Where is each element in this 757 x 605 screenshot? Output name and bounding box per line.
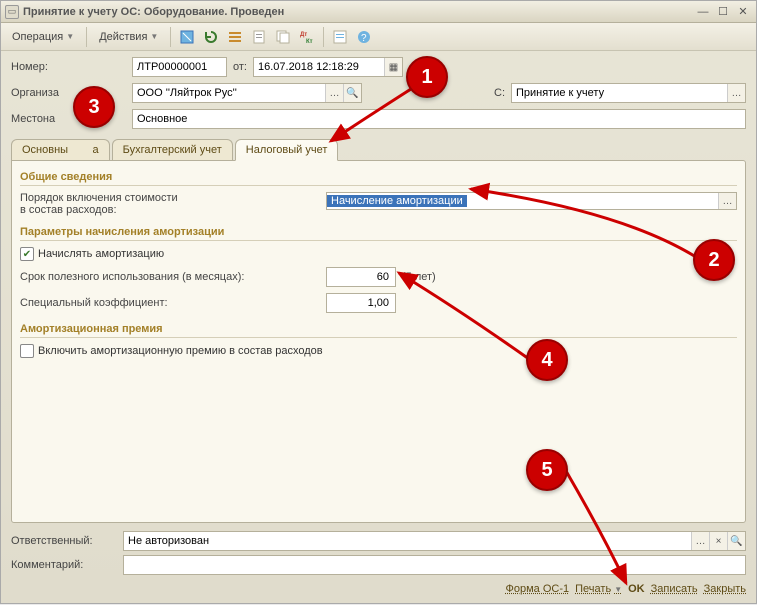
coeff-label: Специальный коэффициент:	[20, 297, 320, 309]
form-icon: ▭	[5, 5, 19, 19]
expense-label-2: в состав расходов:	[20, 204, 320, 216]
print-button[interactable]: Печать▼	[575, 583, 622, 595]
org-field[interactable]: … 🔍	[132, 83, 362, 103]
annotation-marker-5: 5	[526, 449, 568, 491]
list-icon[interactable]	[224, 26, 246, 48]
separator	[323, 27, 324, 47]
operation-label: Операция	[12, 31, 63, 43]
ellipsis-icon[interactable]: …	[718, 193, 736, 209]
amort-checkbox[interactable]: ✔ Начислять амортизацию	[20, 247, 164, 261]
content-area: Номер: от: ▦ Организа … 🔍 С: … Местона	[1, 51, 756, 577]
titlebar: ▭ Принятие к учету ОС: Оборудование. Про…	[1, 1, 756, 23]
copy-icon[interactable]	[272, 26, 294, 48]
loc-field[interactable]	[132, 109, 746, 129]
useful-life-years: (5 лет)	[402, 271, 436, 283]
useful-life-field[interactable]	[326, 267, 396, 287]
tax-tab-page: Общие сведения Порядок включения стоимос…	[11, 160, 746, 523]
tab-accounting[interactable]: Бухгалтерский учет	[112, 139, 233, 160]
annotation-marker-2: 2	[693, 239, 735, 281]
actions-menu[interactable]: Действия▼	[92, 26, 165, 48]
form-os1-button[interactable]: Форма ОС-1	[506, 583, 570, 595]
ledger-icon[interactable]: ДтКт	[296, 26, 318, 48]
expense-type-field[interactable]: Начисление амортизации …	[326, 192, 737, 210]
search-icon[interactable]: 🔍	[343, 84, 361, 102]
ellipsis-icon[interactable]: …	[691, 532, 709, 550]
number-label: Номер:	[11, 61, 126, 73]
bonus-check-label: Включить амортизационную премию в состав…	[38, 345, 323, 357]
expense-label-1: Порядок включения стоимости	[20, 192, 320, 204]
close-button[interactable]: ✕	[734, 4, 752, 20]
check-icon: ✔	[20, 247, 34, 261]
ellipsis-icon[interactable]: …	[325, 84, 343, 102]
resp-label: Ответственный:	[11, 535, 117, 547]
tab-tax[interactable]: Налоговый учет	[235, 139, 339, 161]
number-field[interactable]	[132, 57, 227, 77]
window-title: Принятие к учету ОС: Оборудование. Прове…	[23, 6, 692, 18]
save-button[interactable]: Записать	[651, 583, 698, 595]
close-button[interactable]: Закрыть	[704, 583, 746, 595]
calendar-icon[interactable]: ▦	[384, 58, 402, 76]
operation-menu[interactable]: Операция▼	[5, 26, 81, 48]
annotation-marker-1: 1	[406, 56, 448, 98]
comment-field[interactable]	[123, 555, 746, 575]
date-field[interactable]: ▦	[253, 57, 403, 77]
svg-text:Дт: Дт	[300, 32, 307, 38]
useful-life-label: Срок полезного использования (в месяцах)…	[20, 271, 320, 283]
minimize-button[interactable]: —	[694, 4, 712, 20]
comment-label: Комментарий:	[11, 559, 117, 571]
clear-icon[interactable]: ×	[709, 532, 727, 550]
annotation-marker-4: 4	[526, 339, 568, 381]
button-bar: Форма ОС-1 Печать▼ OK Записать Закрыть	[1, 577, 756, 603]
section-bonus: Амортизационная премия	[20, 323, 737, 338]
log-icon[interactable]	[329, 26, 351, 48]
actions-label: Действия	[99, 31, 147, 43]
tab-main[interactable]: Основны а	[11, 139, 110, 160]
section-general: Общие сведения	[20, 171, 737, 186]
amort-check-label: Начислять амортизацию	[38, 248, 164, 260]
refresh-icon[interactable]	[200, 26, 222, 48]
post-icon[interactable]	[176, 26, 198, 48]
expense-type-value: Начисление амортизации	[327, 195, 467, 207]
annotation-marker-3: 3	[73, 86, 115, 128]
maximize-button[interactable]: ☐	[714, 4, 732, 20]
document-icon[interactable]	[248, 26, 270, 48]
help-icon[interactable]: ?	[353, 26, 375, 48]
tabstrip: Основны а Бухгалтерский учет Налоговый у…	[11, 139, 746, 160]
search-icon[interactable]: 🔍	[727, 532, 745, 550]
separator	[170, 27, 171, 47]
ot-label: от:	[233, 61, 247, 73]
resp-field[interactable]: … × 🔍	[123, 531, 746, 551]
coeff-field[interactable]	[326, 293, 396, 313]
check-icon	[20, 344, 34, 358]
ellipsis-icon[interactable]: …	[727, 84, 745, 102]
os-label: С:	[494, 87, 505, 99]
toolbar: Операция▼ Действия▼ ДтКт ?	[1, 23, 756, 51]
bonus-checkbox[interactable]: Включить амортизационную премию в состав…	[20, 344, 323, 358]
section-amort: Параметры начисления амортизации	[20, 226, 737, 241]
separator	[86, 27, 87, 47]
ok-button[interactable]: OK	[628, 583, 645, 595]
svg-text:Кт: Кт	[306, 39, 313, 45]
svg-text:?: ?	[361, 33, 367, 44]
os-field[interactable]: …	[511, 83, 746, 103]
